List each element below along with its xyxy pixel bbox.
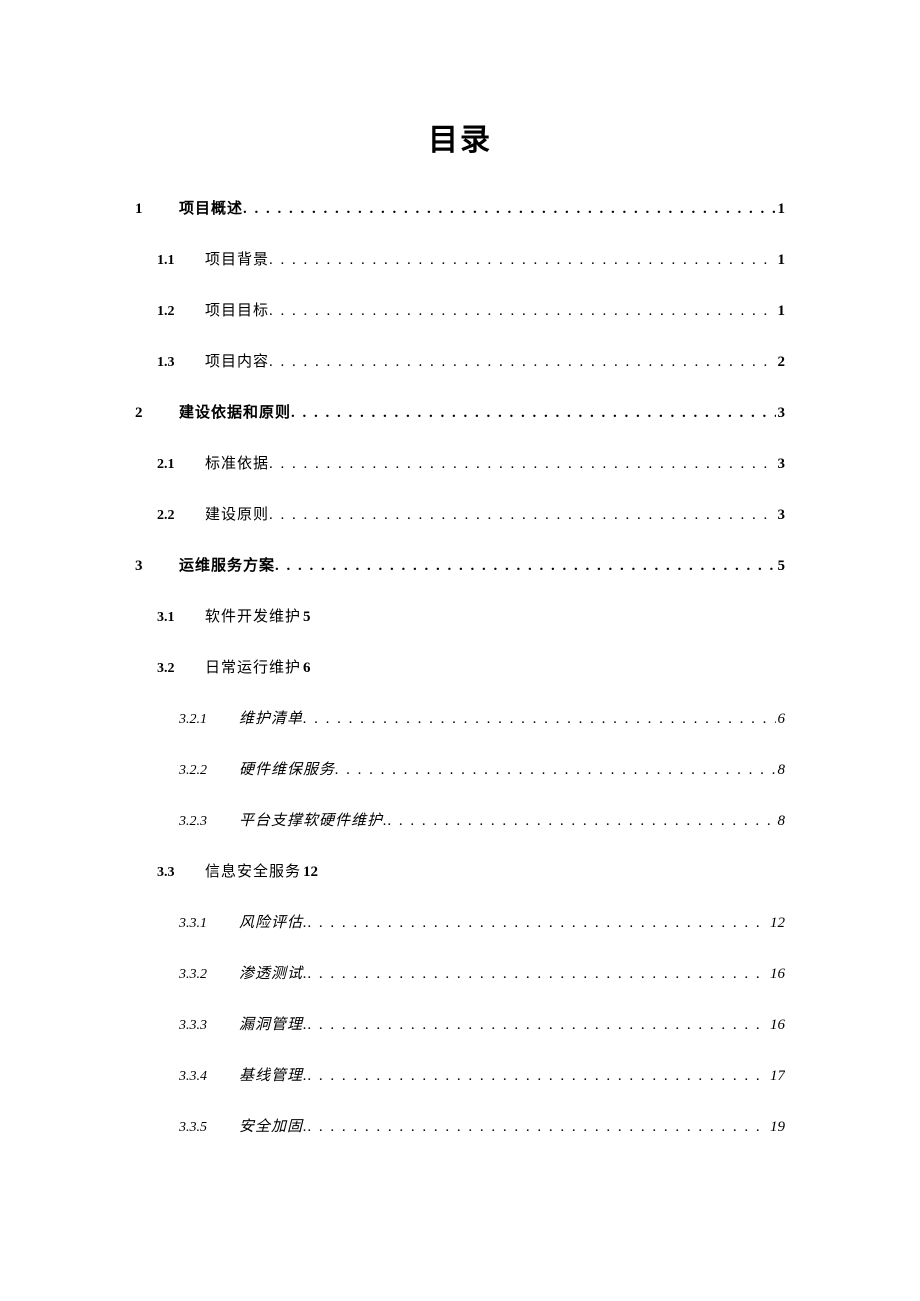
- toc-leader-dots: [269, 354, 775, 371]
- toc-entry: 3.3.2渗透测试. 16: [179, 962, 785, 983]
- toc-entry: 3运维服务方案 5: [135, 554, 785, 575]
- toc-leader-dots: [269, 252, 775, 269]
- toc-leader-dots: [243, 201, 775, 218]
- toc-leader-dots: [291, 405, 775, 422]
- toc-list: 1项目概述 11.1项目背景 11.2项目目标 11.3项目内容 22建设依据和…: [135, 197, 785, 1136]
- toc-number: 3: [135, 558, 179, 575]
- toc-number: 3.3.3: [179, 1018, 239, 1034]
- toc-page-number: 16: [768, 966, 785, 983]
- toc-page-number: 3: [776, 456, 786, 473]
- toc-label: 日常运行维护: [205, 656, 301, 677]
- toc-label: 维护清单: [239, 707, 303, 728]
- toc-entry: 1.3项目内容 2: [157, 350, 785, 371]
- toc-leader-dots: [308, 1017, 768, 1034]
- toc-page-number: 2: [776, 354, 786, 371]
- toc-number: 1.2: [157, 304, 205, 320]
- toc-label: 安全加固.: [239, 1115, 308, 1136]
- toc-page-number: 16: [768, 1017, 785, 1034]
- toc-leader-dots: [269, 456, 775, 473]
- toc-number: 3.3.1: [179, 916, 239, 932]
- toc-entry: 3.2.1维护清单 6: [179, 707, 785, 728]
- toc-number: 2: [135, 405, 179, 422]
- toc-entry: 3.2.2硬件维保服务 8: [179, 758, 785, 779]
- toc-label: 基线管理.: [239, 1064, 308, 1085]
- toc-page-number: 12: [768, 915, 785, 932]
- toc-page-number: 1: [776, 303, 786, 320]
- toc-number: 3.2: [157, 661, 205, 677]
- toc-number: 1.3: [157, 355, 205, 371]
- toc-number: 3.2.1: [179, 712, 239, 728]
- toc-entry: 1.1项目背景 1: [157, 248, 785, 269]
- toc-label: 漏洞管理.: [239, 1013, 308, 1034]
- toc-label: 渗透测试.: [239, 962, 308, 983]
- toc-page-number: 8: [776, 813, 786, 830]
- toc-entry: 3.1软件开发维护5: [157, 605, 785, 626]
- toc-number: 3.2.2: [179, 763, 239, 779]
- toc-page-number: 1: [776, 201, 786, 218]
- toc-label: 项目目标: [205, 299, 269, 320]
- toc-number: 2.2: [157, 508, 205, 524]
- toc-number: 2.1: [157, 457, 205, 473]
- toc-leader-dots: [308, 1068, 768, 1085]
- document-page: 目录 1项目概述 11.1项目背景 11.2项目目标 11.3项目内容 22建设…: [0, 0, 920, 1301]
- toc-label: 风险评估.: [239, 911, 308, 932]
- toc-leader-dots: [308, 1119, 768, 1136]
- toc-number: 3.1: [157, 610, 205, 626]
- toc-entry: 3.3.1风险评估. 12: [179, 911, 785, 932]
- toc-number: 3.2.3: [179, 814, 239, 830]
- toc-entry: 1.2项目目标 1: [157, 299, 785, 320]
- toc-leader-dots: [335, 762, 775, 779]
- toc-number: 3.3.2: [179, 967, 239, 983]
- toc-page-number: 3: [776, 405, 786, 422]
- toc-number: 3.3: [157, 865, 205, 881]
- toc-number: 3.3.4: [179, 1069, 239, 1085]
- toc-label: 平台支撑软硬件维护.: [239, 809, 388, 830]
- toc-entry: 3.3.5安全加固. 19: [179, 1115, 785, 1136]
- toc-entry: 3.3信息安全服务12: [157, 860, 785, 881]
- toc-label: 标准依据: [205, 452, 269, 473]
- toc-entry: 2.1标准依据 3: [157, 452, 785, 473]
- toc-page-number: 12: [301, 864, 318, 881]
- toc-page-number: 8: [776, 762, 786, 779]
- toc-label: 项目内容: [205, 350, 269, 371]
- toc-page-number: 19: [768, 1119, 785, 1136]
- toc-leader-dots: [269, 507, 775, 524]
- toc-label: 建设依据和原则: [179, 401, 291, 422]
- toc-entry: 3.2日常运行维护6: [157, 656, 785, 677]
- toc-leader-dots: [275, 558, 775, 575]
- toc-label: 项目背景: [205, 248, 269, 269]
- toc-leader-dots: [308, 915, 768, 932]
- toc-entry: 3.3.3漏洞管理. 16: [179, 1013, 785, 1034]
- toc-number: 1: [135, 201, 179, 218]
- toc-label: 建设原则: [205, 503, 269, 524]
- toc-label: 信息安全服务: [205, 860, 301, 881]
- toc-leader-dots: [308, 966, 768, 983]
- toc-leader-dots: [269, 303, 775, 320]
- toc-page-number: 1: [776, 252, 786, 269]
- toc-page-number: 3: [776, 507, 786, 524]
- toc-number: 1.1: [157, 253, 205, 269]
- toc-entry: 2.2建设原则 3: [157, 503, 785, 524]
- toc-entry: 2建设依据和原则 3: [135, 401, 785, 422]
- toc-page-number: 6: [776, 711, 786, 728]
- toc-page-number: 17: [768, 1068, 785, 1085]
- toc-page-number: 5: [301, 609, 311, 626]
- toc-label: 运维服务方案: [179, 554, 275, 575]
- toc-label: 项目概述: [179, 197, 243, 218]
- toc-label: 硬件维保服务: [239, 758, 335, 779]
- toc-entry: 3.3.4基线管理. 17: [179, 1064, 785, 1085]
- toc-entry: 1项目概述 1: [135, 197, 785, 218]
- toc-number: 3.3.5: [179, 1120, 239, 1136]
- toc-title: 目录: [135, 115, 785, 159]
- toc-leader-dots: [388, 813, 776, 830]
- toc-label: 软件开发维护: [205, 605, 301, 626]
- toc-entry: 3.2.3平台支撑软硬件维护. 8: [179, 809, 785, 830]
- toc-leader-dots: [303, 711, 775, 728]
- toc-page-number: 6: [301, 660, 311, 677]
- toc-page-number: 5: [776, 558, 786, 575]
